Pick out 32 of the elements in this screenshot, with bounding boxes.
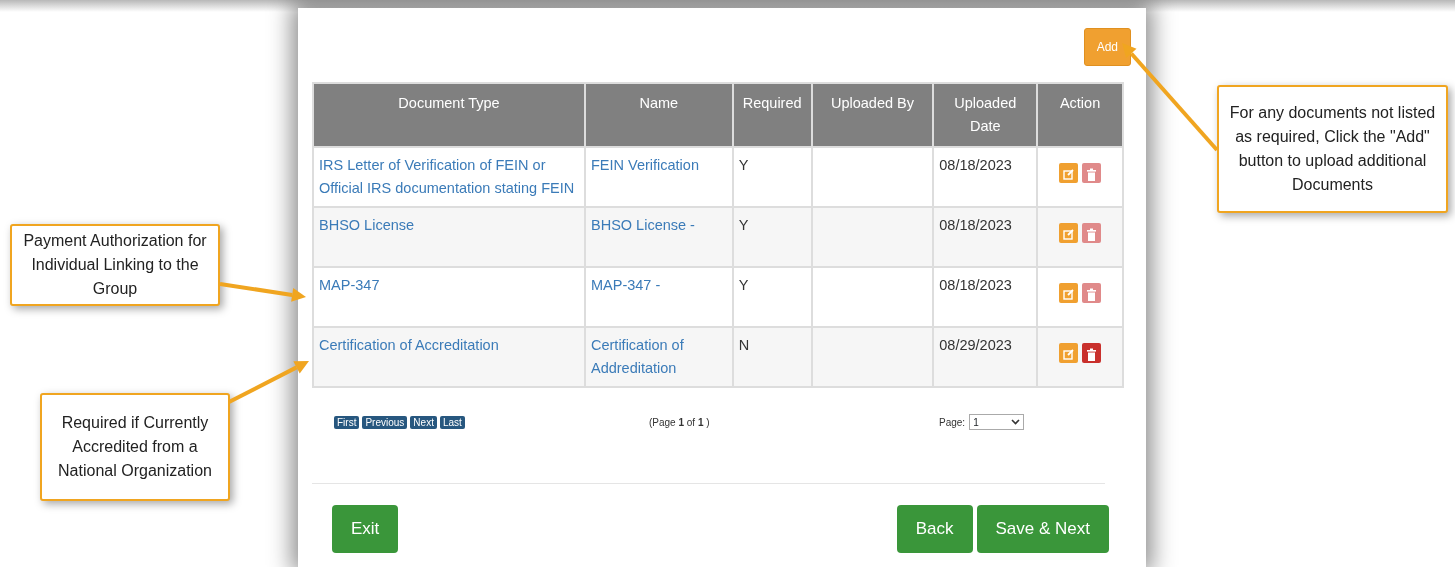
edit-icon[interactable] [1059,223,1079,244]
delete-icon[interactable] [1082,343,1102,364]
column-header: Document Type [313,83,585,147]
uploaded-date-cell: 08/18/2023 [939,157,1012,173]
chevron-icon [1011,419,1021,425]
required-cell: Y [738,277,749,293]
pager-button[interactable]: Next [410,415,437,429]
required-cell: Y [738,217,749,233]
required-cell: Y [738,157,749,173]
footer-button[interactable]: Exit [332,505,399,553]
edit-icon[interactable] [1059,283,1079,304]
pager-button[interactable]: Previous [362,415,408,429]
page-label: Page: [939,415,966,430]
pager-button[interactable]: Last [439,415,465,429]
page-select[interactable]: 1 [969,414,1025,430]
uploaded-date-cell: 08/18/2023 [939,217,1012,233]
uploaded-date-cell: 08/18/2023 [939,277,1012,293]
pager-button[interactable]: First [334,415,360,429]
column-header: Uploaded Date [933,83,1038,147]
edit-icon[interactable] [1059,163,1079,184]
footer-button[interactable]: Save & Next [976,505,1109,553]
callout-note: For any documents not listed as required, Click the "Add" button to upload additional Documents [1217,85,1448,213]
uploaded-date-cell: 08/29/2023 [939,337,1012,353]
page-info: (Page 1 of 1 ) [649,415,711,430]
column-header: Name [585,83,733,147]
callout-note: Required if Currently Accredited from a National Organization [40,393,230,501]
footer-button[interactable]: Back [896,505,973,553]
callout-note: Payment Authorization for Individual Linking to the Group [10,224,220,306]
required-cell: N [738,337,750,353]
column-header: Action [1037,83,1123,147]
column-header: Required [732,83,812,147]
column-header: Uploaded By [811,83,934,147]
